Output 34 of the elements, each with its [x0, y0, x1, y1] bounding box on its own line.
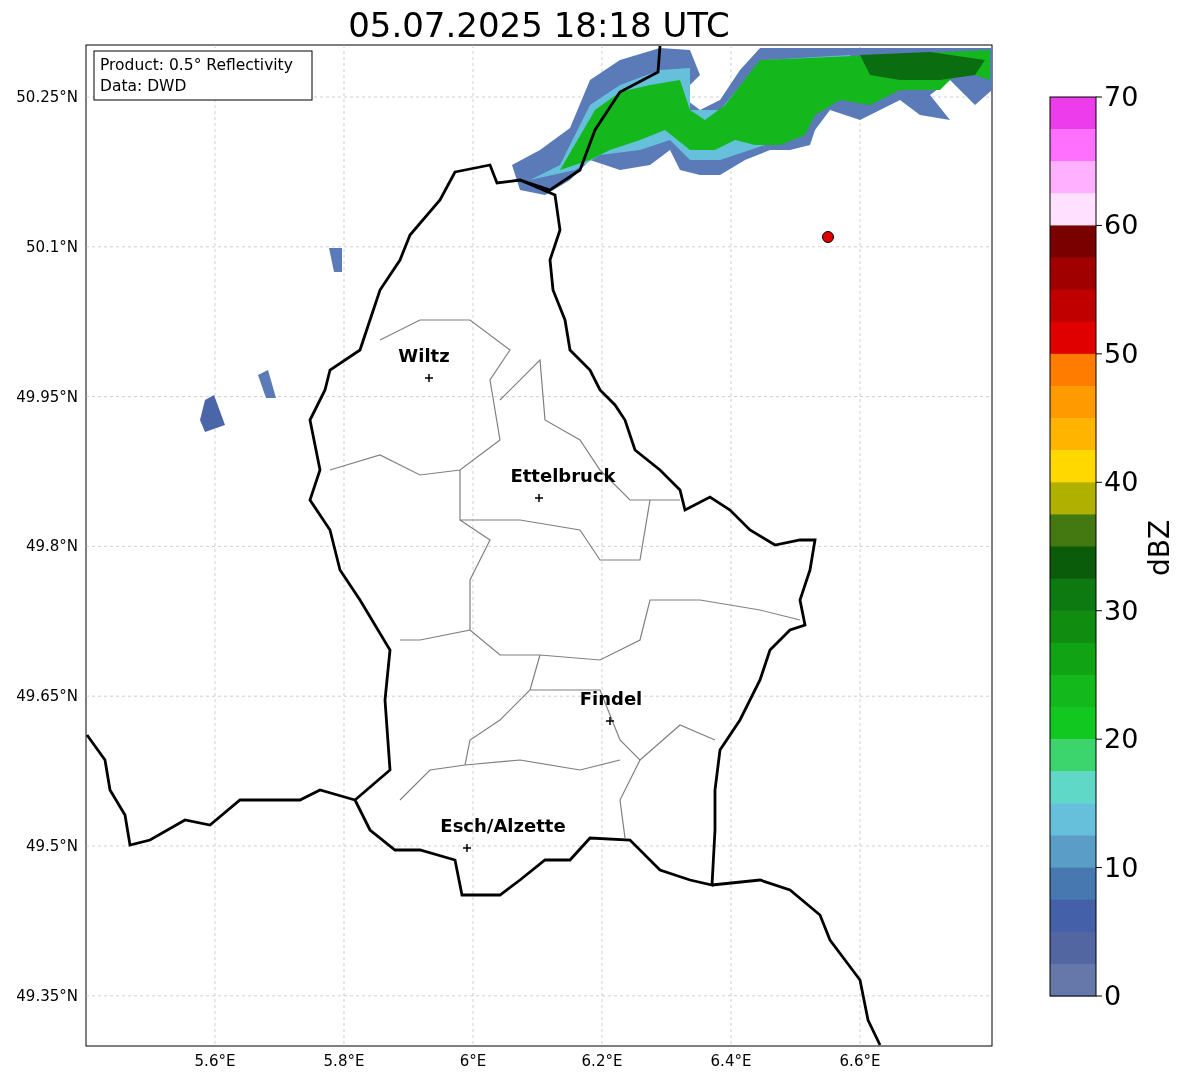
colorbar-tick-label: 60 [1104, 209, 1139, 241]
location-marker-dot [822, 231, 834, 243]
city-label: Ettelbruck [510, 465, 616, 486]
colorbar-tick-label: 10 [1104, 851, 1139, 883]
colorbar-label: dBZ [1143, 519, 1176, 577]
colorbar-tick-label: 70 [1104, 81, 1139, 112]
colorbar-tick-label: 30 [1104, 594, 1139, 626]
latitude-label: 49.65°N [16, 687, 78, 706]
longitude-label: 6.6°E [839, 1052, 881, 1070]
longitude-label: 5.8°E [323, 1052, 365, 1070]
chart-title: 05.07.2025 18:18 UTC [348, 5, 730, 45]
city-marker-icon [424, 373, 434, 383]
latitude-label: 50.25°N [16, 88, 78, 106]
colorbar-tick-label: 20 [1104, 723, 1139, 755]
longitude-label: 6.4°E [710, 1052, 752, 1070]
city-marker-icon [534, 493, 544, 503]
city-label: Wiltz [398, 345, 450, 366]
longitude-label: 6°E [459, 1052, 487, 1070]
latitude-label: 50.1°N [25, 237, 78, 256]
city-marker-icon [605, 716, 615, 726]
latitude-label: 49.8°N [25, 537, 78, 556]
city-marker-icon [462, 843, 472, 853]
latitude-label: 49.35°N [16, 986, 78, 1005]
info-text: Product: 0.5° Reflectivity [100, 56, 293, 74]
colorbar-tick-label: 0 [1104, 980, 1122, 1011]
city-label: Findel [579, 688, 643, 709]
latitude-label: 49.95°N [16, 387, 78, 406]
longitude-label: 6.2°E [581, 1052, 623, 1070]
city-label: Esch/Alzette [440, 815, 566, 836]
colorbar-tick-label: 40 [1104, 466, 1139, 498]
colorbar-tick-label: 50 [1104, 337, 1139, 369]
latitude-label: 49.5°N [25, 837, 78, 855]
longitude-label: 5.6°E [194, 1052, 236, 1070]
info-text: Data: DWD [100, 77, 187, 95]
